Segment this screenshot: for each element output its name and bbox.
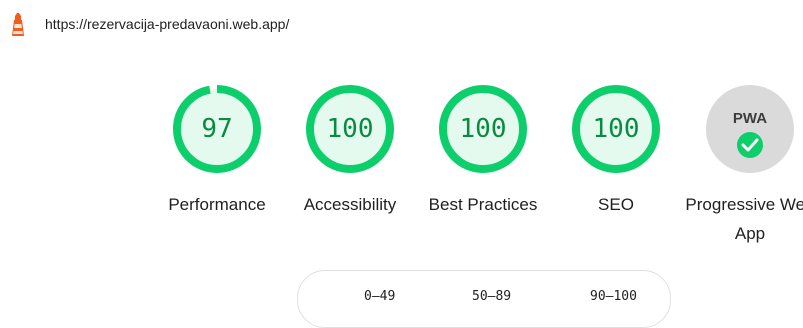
legend-range-pass: 90–100	[590, 289, 637, 304]
legend-range-fail: 0–49	[364, 289, 396, 304]
report-header: https://rezervacija-predavaoni.web.app/	[0, 0, 803, 50]
pwa-badge: PWA	[706, 85, 794, 173]
gauge-label: SEO	[598, 195, 634, 214]
gauge-score: 97	[201, 114, 233, 144]
gauge-score: 100	[326, 114, 374, 144]
lighthouse-icon	[12, 13, 24, 36]
score-gauges: 97 Performance 100 Accessibility 100 Bes…	[0, 85, 803, 275]
gauge-label: Accessibility	[303, 195, 397, 214]
legend-range-average: 50–89	[472, 289, 512, 304]
page-url[interactable]: https://rezervacija-predavaoni.web.app/	[45, 16, 289, 32]
gauge-label: Best Practices	[428, 195, 538, 214]
gauge-score: 100	[592, 114, 640, 144]
gauge-score: 100	[459, 114, 507, 144]
gauge-label: Progressive Web App	[685, 195, 803, 243]
gauge-label: Performance	[168, 195, 266, 214]
score-scale-legend: 0–49 50–89 90–100	[297, 270, 671, 328]
pwa-badge-text: PWA	[733, 110, 767, 127]
checkmark-icon	[737, 132, 763, 158]
